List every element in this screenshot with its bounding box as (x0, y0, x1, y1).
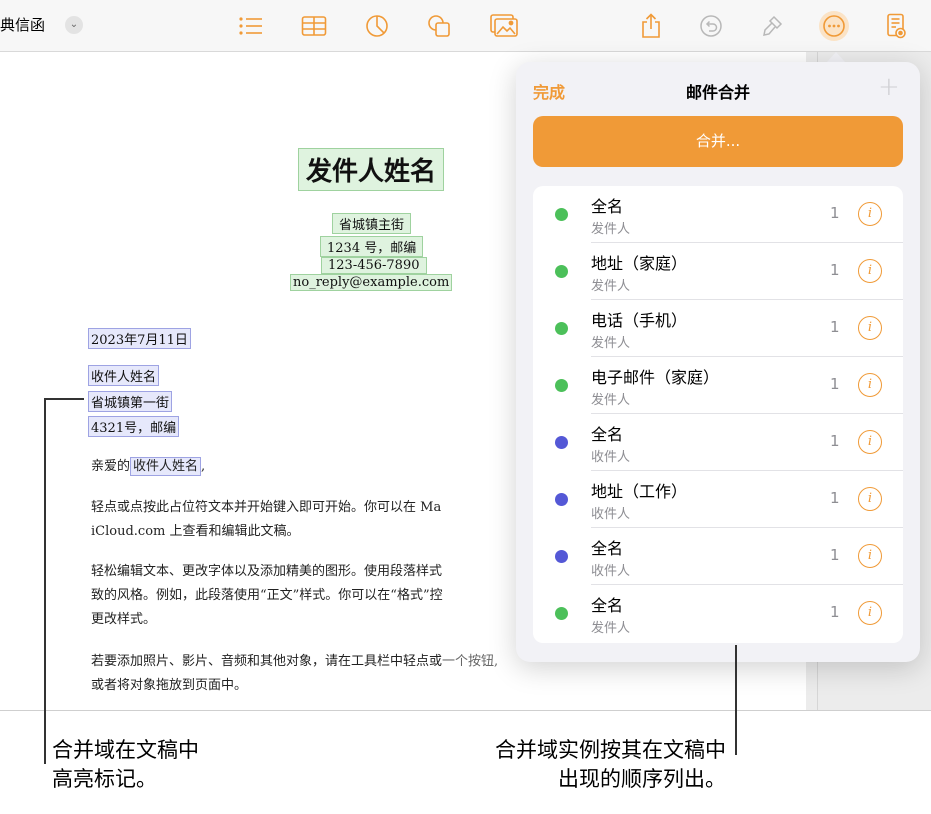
paragraph-3-line-1[interactable]: 若要添加照片、影片、音频和其他对象，请在工具栏中轻点或一个按钮, (91, 651, 498, 673)
merge-field-subtitle: 收件人 (591, 450, 631, 465)
sender-address2-field[interactable]: 1234 号，邮编 (320, 236, 424, 257)
paragraph-2-line-2[interactable]: 致的风格。例如，此段落使用“正文”样式。你可以在“格式”控 (91, 585, 443, 607)
merge-field-subtitle: 发件人 (591, 222, 631, 237)
callout-left: 合并域在文稿中 高亮标记。 (52, 736, 199, 794)
info-icon[interactable]: i (858, 202, 882, 226)
sender-dot-icon (555, 607, 568, 620)
merge-field-title: 电子邮件（家庭） (591, 368, 720, 387)
merge-field-row[interactable]: 全名发件人 1 i (533, 186, 903, 243)
sender-email-field[interactable]: no_reply@example.com (290, 274, 453, 291)
greeting-line[interactable]: 亲爱的 收件人姓名, (91, 456, 205, 478)
done-button[interactable]: 完成 (533, 79, 565, 103)
table-icon[interactable] (299, 11, 329, 41)
merge-field-title: 全名 (591, 425, 624, 444)
merge-field-row[interactable]: 全名收件人 1 i (533, 528, 903, 585)
merge-field-title: 全名 (591, 197, 624, 216)
recipient-address2-field[interactable]: 4321号，邮编 (88, 416, 180, 437)
greeting-prefix: 亲爱的 (91, 459, 131, 474)
paragraph-2-line-3[interactable]: 更改样式。 (91, 609, 156, 631)
add-field-button[interactable]: + (878, 74, 900, 100)
merge-field-count: 1 (830, 261, 840, 279)
share-icon[interactable] (636, 11, 666, 41)
recipient-dot-icon (555, 550, 568, 563)
info-icon[interactable]: i (858, 430, 882, 454)
callout-right-line1: 合并域实例按其在文稿中 (495, 738, 726, 762)
recipient-name-field[interactable]: 收件人姓名 (88, 365, 160, 386)
merge-field-row[interactable]: 电子邮件（家庭） 发件人 1 i (533, 357, 903, 414)
callout-left-horizontal (44, 398, 84, 400)
sender-dot-icon (555, 208, 568, 221)
sender-dot-icon (555, 322, 568, 335)
sender-dot-icon (555, 379, 568, 392)
merge-field-row[interactable]: 全名收件人 1 i (533, 414, 903, 471)
merge-field-row[interactable]: 地址（工作） 收件人 1 i (533, 471, 903, 528)
greeting-recipient-field[interactable]: 收件人姓名 (130, 457, 202, 476)
merge-field-title: 地址（工作） (591, 482, 688, 501)
document-view-icon[interactable] (881, 11, 911, 41)
merge-field-subtitle: 收件人 (591, 564, 631, 579)
merge-field-count: 1 (830, 489, 840, 507)
merge-field-subtitle: 发件人 (591, 336, 631, 351)
info-icon[interactable]: i (858, 601, 882, 625)
paragraph-1-line-1[interactable]: 轻点或点按此占位符文本并开始键入即可开始。你可以在 Ma (91, 497, 441, 519)
mail-merge-panel: 邮件合并 完成 + 合并... 全名 发件人 1 i 地址（家庭） 发件人 1 i 电话（手机）… (516, 62, 920, 662)
sender-address1-field[interactable]: 省城镇主街 (332, 213, 412, 234)
paragraph-3-line-1-tail: 一个按钮, (442, 654, 499, 669)
media-icon[interactable] (489, 11, 519, 41)
merge-field-count: 1 (830, 204, 840, 222)
merge-field-count: 1 (830, 432, 840, 450)
info-icon[interactable]: i (858, 487, 882, 511)
callout-left-line1: 合并域在文稿中 (52, 738, 199, 762)
info-icon[interactable]: i (858, 544, 882, 568)
greeting-suffix: , (201, 459, 206, 474)
merge-field-row[interactable]: 地址（家庭） 发件人 1 i (533, 243, 903, 300)
recipient-dot-icon (555, 436, 568, 449)
sender-phone-field[interactable]: 123-456-7890 (321, 257, 427, 274)
merge-field-count: 1 (830, 375, 840, 393)
merge-field-subtitle: 发件人 (591, 279, 631, 294)
merge-field-count: 1 (830, 546, 840, 564)
panel-title: 邮件合并 (685, 83, 750, 102)
merge-field-row[interactable]: 全名发件人 1 i (533, 585, 903, 642)
callout-left-line2: 高亮标记。 (52, 767, 157, 791)
merge-field-title: 地址（家庭） (591, 254, 688, 273)
paragraph-2-line-1[interactable]: 轻松编辑文本、更改字体以及添加精美的图形。使用段落样式 (91, 561, 442, 583)
callout-right-line2: 出现的顺序列出。 (558, 767, 726, 791)
merge-field-subtitle: 收件人 (591, 507, 631, 522)
paragraph-3-line-1-text: 若要添加照片、影片、音频和其他对象，请在工具栏中轻点或 (91, 654, 443, 669)
merge-field-count: 1 (830, 318, 840, 336)
info-icon[interactable]: i (858, 316, 882, 340)
info-icon[interactable]: i (858, 259, 882, 283)
chart-icon[interactable] (362, 11, 392, 41)
callout-right: 合并域实例按其在文稿中 出现的顺序列出。 (425, 736, 726, 794)
merge-button[interactable]: 合并... (533, 116, 903, 167)
paragraph-1-line-2[interactable]: iCloud.com 上查看和编辑此文稿。 (91, 521, 299, 543)
toolbar: 典信函 ⌄ (0, 0, 931, 52)
merge-field-title: 电话（手机） (591, 311, 688, 330)
merge-field-subtitle: 发件人 (591, 393, 631, 408)
chevron-down-icon[interactable]: ⌄ (65, 16, 83, 34)
merge-field-count: 1 (830, 603, 840, 621)
info-icon[interactable]: i (858, 373, 882, 397)
undo-icon[interactable] (696, 11, 726, 41)
format-brush-icon[interactable] (757, 11, 787, 41)
merge-field-row[interactable]: 电话（手机） 发件人 1 i (533, 300, 903, 357)
sender-name-field[interactable]: 发件人姓名 (298, 148, 445, 191)
callout-right-vertical (735, 645, 737, 755)
list-icon[interactable] (236, 11, 266, 41)
document-title[interactable]: 典信函 (0, 14, 45, 35)
recipient-dot-icon (555, 493, 568, 506)
callout-left-vertical (44, 398, 46, 764)
more-icon[interactable] (819, 11, 849, 41)
merge-field-subtitle: 发件人 (591, 621, 631, 636)
merge-field-title: 全名 (591, 596, 624, 615)
ipad-screen: 典信函 ⌄ 发件人姓名 省城镇主街 1234 号，邮编 123-456-7890… (0, 0, 931, 711)
date-field[interactable]: 2023年7月11日 (88, 328, 191, 349)
merge-field-title: 全名 (591, 539, 624, 558)
merge-field-list: 全名 发件人 1 i 地址（家庭） 发件人 1 i 电话（手机） 发件人 1 i 电子邮件（家庭） 发件人… (533, 186, 903, 643)
shape-icon[interactable] (424, 11, 454, 41)
sender-dot-icon (555, 265, 568, 278)
paragraph-3-line-2[interactable]: 或者将对象拖放到页面中。 (91, 675, 247, 697)
recipient-address1-field[interactable]: 省城镇第一街 (88, 391, 173, 412)
